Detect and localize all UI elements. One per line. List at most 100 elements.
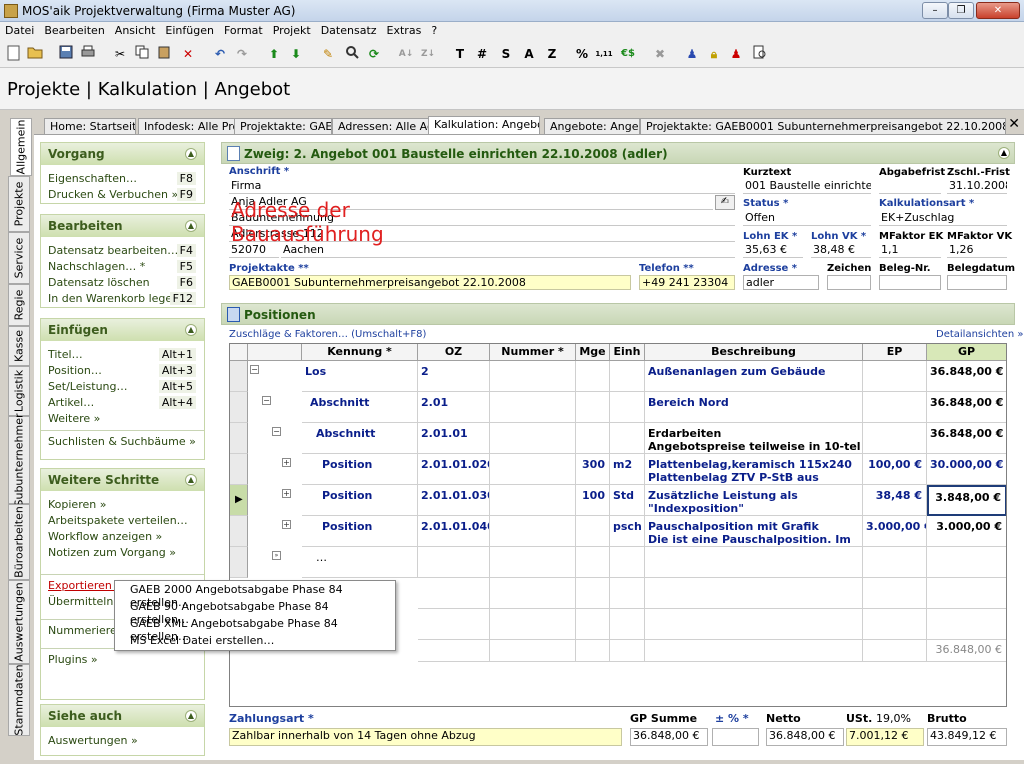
- sidebar-item-warenkorb[interactable]: In den Warenkorb legen F12: [41, 291, 204, 307]
- minimize-button[interactable]: –: [922, 2, 948, 19]
- open-icon[interactable]: [25, 45, 45, 63]
- cell-ep[interactable]: [863, 361, 927, 392]
- group-title[interactable]: Siehe auch ▲: [41, 705, 204, 727]
- menu-item-gaeb2000[interactable]: GAEB 2000 Angebotsabgabe Phase 84 erstel…: [115, 581, 395, 609]
- cell-einh[interactable]: [610, 423, 645, 454]
- lohn-vk-field[interactable]: 38,48 €: [811, 243, 871, 258]
- cell-oz[interactable]: 2.01.01.020: [418, 454, 490, 485]
- zweig-header[interactable]: Zweig: 2. Angebot 001 Baustelle einricht…: [221, 142, 1015, 164]
- plus-minus-percent-field[interactable]: [712, 728, 759, 746]
- cell-oz[interactable]: 2.01.01.030: [418, 485, 490, 516]
- lock-icon[interactable]: 🔒︎: [704, 45, 724, 63]
- group-title[interactable]: Vorgang ▲: [41, 143, 204, 165]
- format-z-button[interactable]: Z: [542, 45, 562, 63]
- zuschlaege-link[interactable]: Zuschläge & Faktoren… (Umschalt+F8): [229, 329, 426, 340]
- row-indicator[interactable]: [230, 454, 248, 485]
- side-tab-auswertungen[interactable]: Auswertungen: [8, 580, 30, 664]
- cell-mge[interactable]: [576, 361, 610, 392]
- menu-ansicht[interactable]: Ansicht: [110, 22, 161, 39]
- collapse-icon[interactable]: −: [262, 396, 271, 405]
- cell-gp[interactable]: 30.000,00 €: [927, 454, 1006, 485]
- cell-nummer[interactable]: [490, 423, 576, 454]
- cell-nummer[interactable]: [490, 361, 576, 392]
- side-tab-stammdaten[interactable]: Stammdaten: [8, 664, 30, 736]
- user-icon[interactable]: ♟: [682, 45, 702, 63]
- kalkulationsart-field[interactable]: EK+Zuschlag: [879, 211, 1007, 226]
- refresh-icon[interactable]: ⟳: [364, 45, 384, 63]
- menu-item-excel[interactable]: MS Excel Datei erstellen…: [115, 632, 395, 649]
- row-indicator[interactable]: [230, 547, 248, 578]
- cell-nummer[interactable]: [490, 516, 576, 547]
- cell-mge[interactable]: 100: [576, 485, 610, 516]
- positionen-header[interactable]: Positionen: [221, 303, 1015, 325]
- cell-ep[interactable]: 100,00 €: [863, 454, 927, 485]
- mfaktor-ek-field[interactable]: 1,1: [879, 243, 941, 258]
- side-tab-bueroarbeiten[interactable]: Büroarbeiten: [8, 504, 30, 580]
- side-tab-allgemein[interactable]: Allgemein: [10, 118, 32, 176]
- col-kennung[interactable]: Kennung *: [302, 344, 418, 361]
- cell-gp[interactable]: 36.848,00 €: [927, 361, 1006, 392]
- tools-icon[interactable]: ✖: [650, 45, 670, 63]
- side-tab-logistik[interactable]: Logistik: [8, 366, 30, 416]
- cut-icon[interactable]: ✂: [110, 45, 130, 63]
- cell-ep[interactable]: [863, 423, 927, 454]
- beleg-nr-field[interactable]: [879, 275, 941, 290]
- cell-gp[interactable]: 36.848,00 €: [927, 392, 1006, 423]
- side-tab-regie[interactable]: Regie: [8, 284, 30, 326]
- detailansichten-link[interactable]: Detailansichten »: [936, 329, 1023, 340]
- gp-summe-field[interactable]: 36.848,00 €: [630, 728, 708, 746]
- redo-icon[interactable]: ↷: [232, 45, 252, 63]
- lohn-ek-field[interactable]: 35,63 €: [743, 243, 803, 258]
- menu-einfuegen[interactable]: Einfügen: [160, 22, 219, 39]
- cell-mge[interactable]: [576, 423, 610, 454]
- sidebar-item-datensatz-bearbeiten[interactable]: Datensatz bearbeiten… F4: [41, 243, 204, 259]
- cell-beschreibung[interactable]: Plattenbelag,keramisch 115x240 Plattenbel…: [645, 454, 863, 485]
- cell-mge[interactable]: [576, 392, 610, 423]
- col-ep[interactable]: EP: [863, 344, 927, 361]
- tab-home[interactable]: Home: Startseite: [44, 118, 136, 134]
- chevron-up-icon[interactable]: ▲: [998, 147, 1010, 159]
- chevron-up-icon[interactable]: ▲: [185, 324, 197, 336]
- cell-kennung[interactable]: Abschnitt: [302, 423, 418, 454]
- chevron-up-icon[interactable]: ▲: [185, 474, 197, 486]
- cell-kennung[interactable]: Position: [302, 485, 418, 516]
- sidebar-item-kopieren[interactable]: Kopieren »: [41, 497, 204, 513]
- row-indicator[interactable]: [230, 392, 248, 423]
- expand-icon[interactable]: +: [282, 520, 291, 529]
- cell-beschreibung[interactable]: Zusätzliche Leistung als "Indexposition": [645, 485, 863, 516]
- undo-icon[interactable]: ↶: [210, 45, 230, 63]
- chevron-up-icon[interactable]: ▲: [185, 710, 197, 722]
- cell-beschreibung[interactable]: Bereich Nord: [645, 392, 863, 423]
- delete-icon[interactable]: ✕: [178, 45, 198, 63]
- format-t-button[interactable]: T: [450, 45, 470, 63]
- sidebar-item-weitere[interactable]: Weitere »: [41, 411, 204, 427]
- side-tab-projekte[interactable]: Projekte: [8, 176, 30, 232]
- zahlungsart-field[interactable]: Zahlbar innerhalb von 14 Tagen ohne Abzu…: [229, 728, 622, 746]
- menu-datensatz[interactable]: Datensatz: [316, 22, 382, 39]
- row-indicator[interactable]: [230, 423, 248, 454]
- sidebar-item-notizen[interactable]: Notizen zum Vorgang »: [41, 545, 204, 561]
- row-indicator[interactable]: [230, 361, 248, 392]
- sort-az-icon[interactable]: A↓: [396, 45, 416, 63]
- cell-beschreibung[interactable]: Außenanlagen zum Gebäude: [645, 361, 863, 392]
- cell-beschreibung[interactable]: Pauschalposition mit Grafik Die ist eine …: [645, 516, 863, 547]
- cell-ep[interactable]: 3.000,00 €: [863, 516, 927, 547]
- cell-einh[interactable]: Std: [610, 485, 645, 516]
- cell-einh[interactable]: [610, 392, 645, 423]
- cell-gp[interactable]: 3.000,00 €: [927, 516, 1006, 547]
- ust-field[interactable]: 7.001,12 €: [846, 728, 924, 746]
- cell-beschreibung[interactable]: Erdarbeiten Angebotspreise teilweise in 1…: [645, 423, 863, 454]
- collapse-icon[interactable]: −: [250, 365, 259, 374]
- group-title[interactable]: Bearbeiten ▲: [41, 215, 204, 237]
- expand-icon[interactable]: +: [282, 458, 291, 467]
- cell-kennung[interactable]: Position: [302, 516, 418, 547]
- cell-nummer[interactable]: [490, 454, 576, 485]
- sidebar-item-workflow[interactable]: Workflow anzeigen »: [41, 529, 204, 545]
- tab-angebote[interactable]: Angebote: Angeb: [544, 118, 640, 134]
- tab-projektakte[interactable]: Projektakte: GAEB: [234, 118, 332, 134]
- format-s-button[interactable]: S: [496, 45, 516, 63]
- anschrift-line-1[interactable]: Firma: [229, 179, 735, 194]
- side-tab-service[interactable]: Service: [8, 232, 30, 284]
- cell-oz[interactable]: 2: [418, 361, 490, 392]
- cell-nummer[interactable]: [490, 485, 576, 516]
